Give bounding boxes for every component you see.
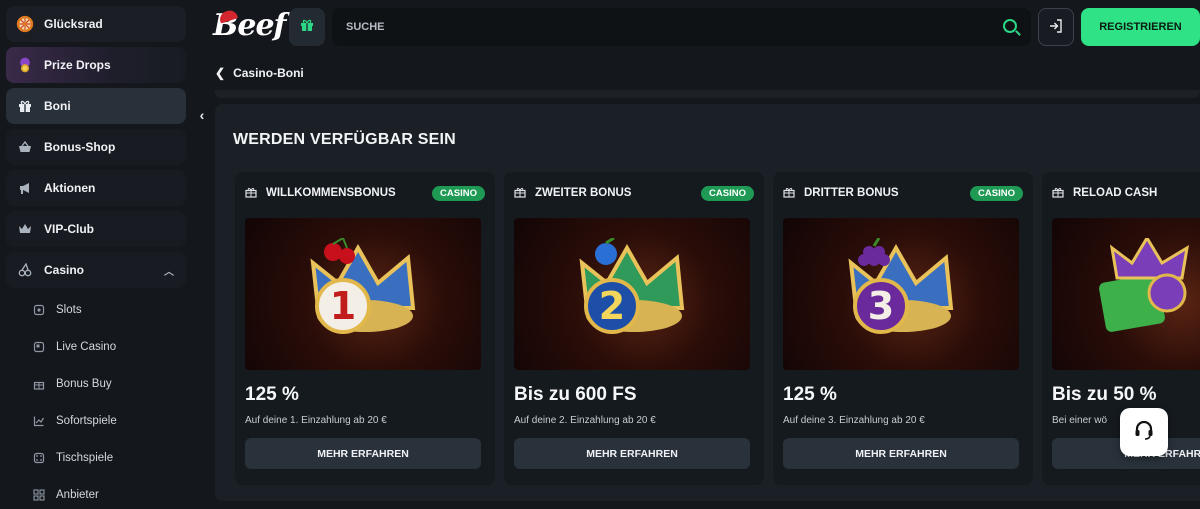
chevron-left-icon[interactable]: ❮ bbox=[215, 66, 225, 80]
more-info-button[interactable]: MEHR ERFAHREN bbox=[245, 438, 481, 469]
search-bar bbox=[332, 8, 1031, 46]
card-title: DRITTER BONUS bbox=[804, 187, 899, 199]
sidebar-item-bonus-shop[interactable]: Bonus-Shop bbox=[6, 129, 186, 165]
sidebar-item-prize-drops[interactable]: Prize Drops bbox=[6, 47, 186, 83]
search-input[interactable] bbox=[346, 21, 986, 33]
sidebar-item-label: Bonus-Shop bbox=[44, 140, 116, 154]
casino-badge: CASINO bbox=[701, 185, 754, 201]
coin-icon bbox=[16, 56, 34, 74]
breadcrumb-label: Casino-Boni bbox=[233, 66, 304, 80]
svg-text:3: 3 bbox=[868, 284, 894, 328]
bonus-description: Auf deine 2. Einzahlung ab 20 € bbox=[514, 415, 656, 426]
login-button[interactable] bbox=[1038, 8, 1074, 46]
headset-icon bbox=[1133, 419, 1155, 446]
banner-strip bbox=[215, 90, 1200, 98]
megaphone-icon bbox=[16, 179, 34, 197]
card-title: WILLKOMMENSBONUS bbox=[266, 187, 396, 199]
bonus-card-1: WILLKOMMENSBONUS CASINO 1 125 % Auf dein… bbox=[235, 172, 495, 485]
gift-button[interactable] bbox=[289, 8, 325, 46]
dice-icon bbox=[32, 451, 46, 465]
bonus-description: Auf deine 3. Einzahlung ab 20 € bbox=[783, 415, 925, 426]
sidebar-item-label: Boni bbox=[44, 99, 71, 113]
bonus-crown-image: 2 bbox=[514, 218, 750, 370]
chart-icon bbox=[32, 414, 46, 428]
sidebar-subitem-bonus-buy[interactable]: Bonus Buy bbox=[6, 367, 186, 401]
bonus-description: Auf deine 1. Einzahlung ab 20 € bbox=[245, 415, 387, 426]
sidebar-item-label: Glücksrad bbox=[44, 17, 103, 31]
card-header: WILLKOMMENSBONUS CASINO bbox=[245, 182, 485, 204]
casino-badge: CASINO bbox=[432, 185, 485, 201]
sidebar-subitem-label: Tischspiele bbox=[56, 452, 114, 464]
gift-icon bbox=[245, 186, 259, 201]
bonus-value: Bis zu 600 FS bbox=[514, 384, 637, 405]
support-button[interactable] bbox=[1120, 408, 1168, 456]
sidebar-subitem-slots[interactable]: Slots bbox=[6, 293, 186, 327]
svg-text:2: 2 bbox=[599, 284, 625, 328]
gift-icon bbox=[16, 97, 34, 115]
breadcrumb[interactable]: ❮ Casino-Boni bbox=[215, 66, 304, 80]
sidebar-subitem-label: Anbieter bbox=[56, 489, 99, 501]
sidebar-item-label: VIP-Club bbox=[44, 222, 94, 236]
login-icon bbox=[1048, 18, 1064, 37]
card-title: RELOAD CASH bbox=[1073, 187, 1158, 199]
basket-icon bbox=[16, 138, 34, 156]
casino-badge: CASINO bbox=[970, 185, 1023, 201]
more-info-button[interactable]: MEHR ERFAHREN bbox=[514, 438, 750, 469]
wheel-icon bbox=[16, 15, 34, 33]
live-icon bbox=[32, 340, 46, 354]
more-info-button[interactable]: MEHR ERFAHREN bbox=[783, 438, 1019, 469]
slot-icon bbox=[32, 303, 46, 317]
sidebar-subitem-anbieter[interactable]: Anbieter bbox=[6, 478, 186, 509]
bonus-crown-image: 1 bbox=[245, 218, 481, 370]
svg-text:1: 1 bbox=[330, 284, 356, 328]
sidebar-item-label: Casino bbox=[44, 263, 85, 277]
bonus-crown-image bbox=[1052, 218, 1200, 370]
sidebar-subitem-label: Sofortspiele bbox=[56, 415, 117, 427]
bonus-value: 125 % bbox=[783, 384, 837, 405]
gift-icon bbox=[300, 18, 314, 36]
card-title: ZWEITER BONUS bbox=[535, 187, 632, 199]
sidebar-item-casino[interactable]: Casino ︿ bbox=[6, 252, 186, 288]
gift-icon bbox=[783, 186, 797, 201]
logo[interactable]: Beef bbox=[213, 8, 286, 43]
grid-icon bbox=[32, 488, 46, 502]
cherry-icon bbox=[16, 261, 34, 279]
gift-icon bbox=[32, 377, 46, 391]
sidebar-subitem-live-casino[interactable]: Live Casino bbox=[6, 330, 186, 364]
search-icon[interactable] bbox=[1003, 19, 1017, 33]
gift-icon bbox=[1052, 186, 1066, 201]
card-header: DRITTER BONUS CASINO bbox=[783, 182, 1023, 204]
sidebar-item-label: Aktionen bbox=[44, 181, 96, 195]
header: Beef REGISTRIEREN bbox=[205, 0, 1200, 54]
sidebar: Glücksrad Prize Drops Boni Bonus-Shop Ak… bbox=[0, 0, 192, 509]
sidebar-subitem-label: Bonus Buy bbox=[56, 378, 112, 390]
sidebar-subitem-tischspiele[interactable]: Tischspiele bbox=[6, 441, 186, 475]
sidebar-item-gluecksrad[interactable]: Glücksrad bbox=[6, 6, 186, 42]
bonus-card-2: ZWEITER BONUS CASINO 2 Bis zu 600 FS Auf… bbox=[504, 172, 764, 485]
sidebar-subitem-sofortspiele[interactable]: Sofortspiele bbox=[6, 404, 186, 438]
sidebar-subitem-label: Live Casino bbox=[56, 341, 117, 353]
bonus-value: Bis zu 50 % bbox=[1052, 384, 1157, 405]
section-title: WERDEN VERFÜGBAR SEIN bbox=[233, 131, 456, 148]
bonus-panel: WERDEN VERFÜGBAR SEIN WILLKOMMENSBONUS C… bbox=[215, 104, 1200, 501]
card-header: ZWEITER BONUS CASINO bbox=[514, 182, 754, 204]
bonus-value: 125 % bbox=[245, 384, 299, 405]
bonus-card-3: DRITTER BONUS CASINO 3 125 % Auf deine 3… bbox=[773, 172, 1033, 485]
sidebar-collapse-chevron-icon[interactable]: ‹ bbox=[194, 104, 210, 126]
register-button[interactable]: REGISTRIEREN bbox=[1081, 8, 1200, 46]
sidebar-item-vip-club[interactable]: VIP-Club bbox=[6, 211, 186, 247]
sidebar-item-aktionen[interactable]: Aktionen bbox=[6, 170, 186, 206]
chevron-up-icon[interactable]: ︿ bbox=[164, 263, 174, 278]
sidebar-item-label: Prize Drops bbox=[44, 58, 111, 72]
bonus-crown-image: 3 bbox=[783, 218, 1019, 370]
sidebar-subitem-label: Slots bbox=[56, 304, 82, 316]
card-header: RELOAD CASH bbox=[1052, 182, 1190, 204]
gift-icon bbox=[514, 186, 528, 201]
sidebar-item-boni[interactable]: Boni bbox=[6, 88, 186, 124]
crown-icon bbox=[16, 220, 34, 238]
